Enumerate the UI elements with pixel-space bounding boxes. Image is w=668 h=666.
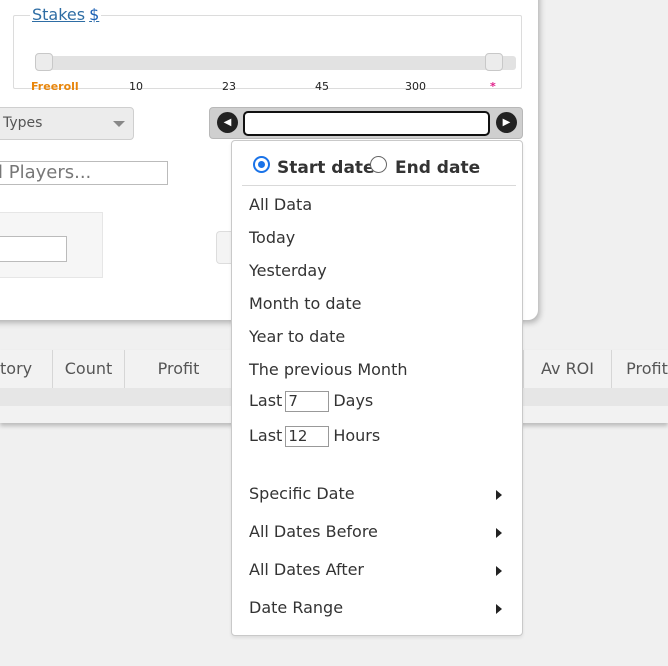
date-mode-radio-group: Start date End date — [242, 153, 516, 186]
types-select[interactable]: Types — [0, 107, 134, 140]
last-days-prefix: Last — [249, 391, 283, 410]
menu-item-last-days[interactable]: Last 7 Days — [249, 391, 373, 412]
date-range-input[interactable] — [243, 111, 490, 136]
chevron-right-icon — [496, 604, 502, 614]
last-hours-prefix: Last — [249, 426, 283, 445]
chevron-right-icon — [496, 566, 502, 576]
menu-item-last-hours[interactable]: Last 12 Hours — [249, 426, 380, 447]
currency-link[interactable]: $ — [89, 5, 99, 24]
stakes-tick-freeroll: Freeroll — [31, 80, 79, 93]
stakes-slider-max-handle[interactable] — [485, 53, 503, 71]
last-hours-suffix: Hours — [333, 426, 381, 445]
chevron-left-icon[interactable]: ◀ — [217, 112, 238, 133]
menu-item-year-to-date[interactable]: Year to date — [249, 327, 345, 346]
menu-item-date-range[interactable]: Date Range — [249, 598, 343, 617]
menu-item-previous-month[interactable]: The previous Month — [249, 360, 407, 379]
stakes-slider-min-handle[interactable] — [35, 53, 53, 71]
stakes-label[interactable]: Stakes — [32, 5, 85, 24]
stakes-tick: 300 — [405, 80, 426, 93]
stakes-tick: 23 — [222, 80, 236, 93]
menu-item-specific-date[interactable]: Specific Date — [249, 484, 355, 503]
menu-item-month-to-date[interactable]: Month to date — [249, 294, 361, 313]
last-hours-input[interactable]: 12 — [285, 426, 330, 447]
chevron-right-icon — [496, 528, 502, 538]
sub-filter-input[interactable] — [0, 236, 67, 262]
column-header-count[interactable]: Count — [53, 350, 125, 388]
types-select-value: Types — [3, 115, 43, 131]
menu-item-today[interactable]: Today — [249, 228, 295, 247]
stakes-fieldset: Freeroll 10 23 45 300 * — [13, 15, 522, 93]
end-date-label[interactable]: End date — [395, 158, 480, 178]
chevron-down-icon — [113, 121, 125, 127]
last-days-suffix: Days — [333, 391, 374, 410]
start-date-radio[interactable] — [253, 156, 270, 173]
players-input[interactable]: ll Players... — [0, 161, 168, 185]
stakes-tick-all: * — [490, 80, 496, 93]
column-header-profit-2[interactable]: Profit — [612, 350, 668, 388]
stakes-slider-track[interactable] — [48, 56, 516, 70]
column-header-profit[interactable]: Profit — [125, 350, 233, 388]
menu-item-all-dates-after[interactable]: All Dates After — [249, 560, 364, 579]
start-date-label[interactable]: Start date — [277, 158, 375, 178]
stakes-tick: 45 — [315, 80, 329, 93]
menu-item-all-data[interactable]: All Data — [249, 195, 312, 214]
date-menu: Start date End date All Data Today Yeste… — [231, 140, 523, 636]
column-header-category[interactable]: tory — [0, 350, 53, 388]
stakes-tick: 10 — [129, 80, 143, 93]
menu-item-all-dates-before[interactable]: All Dates Before — [249, 522, 378, 541]
stakes-legend[interactable]: Stakes $ — [30, 5, 102, 24]
chevron-right-icon — [496, 490, 502, 500]
column-header-av-roi[interactable]: Av ROI — [523, 350, 612, 388]
menu-item-yesterday[interactable]: Yesterday — [249, 261, 327, 280]
chevron-right-icon[interactable]: ▶ — [496, 112, 517, 133]
last-days-input[interactable]: 7 — [285, 391, 330, 412]
end-date-radio[interactable] — [370, 156, 387, 173]
date-range-bar: ◀ ▶ — [209, 107, 523, 139]
